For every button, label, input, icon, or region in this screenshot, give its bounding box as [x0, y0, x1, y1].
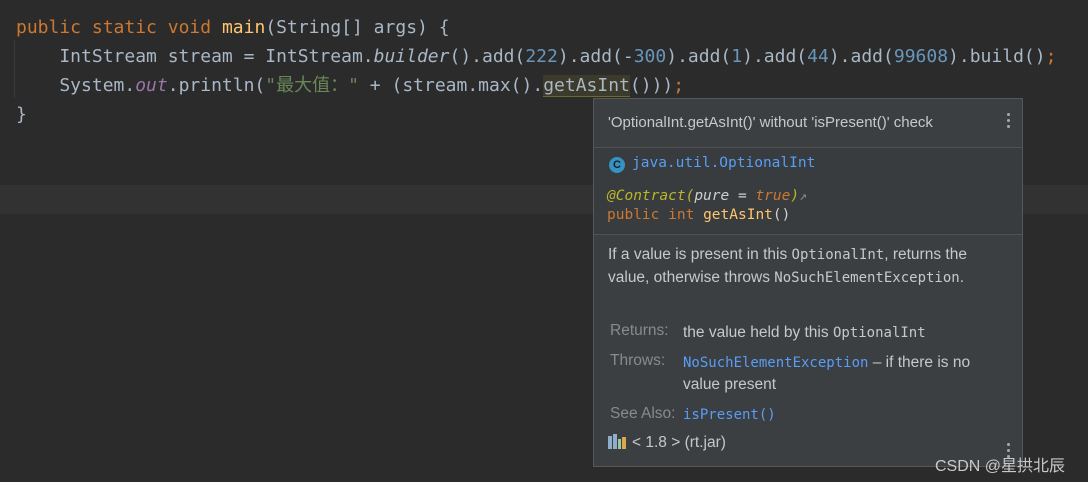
indent-guide — [14, 40, 15, 98]
vertical-ellipsis-icon[interactable] — [1004, 113, 1012, 133]
code-text: IntStream stream = IntStream. — [16, 46, 374, 67]
number-literal: 300 — [633, 46, 667, 67]
number-literal: 222 — [525, 46, 558, 67]
number-literal: 1 — [731, 46, 743, 67]
code-text: .println( — [167, 75, 266, 96]
class-link[interactable]: java.util.OptionalInt — [632, 155, 815, 171]
desc-code: NoSuchElementException — [774, 269, 960, 286]
code-text: + (stream.max(). — [358, 75, 544, 96]
description: If a value is present in this OptionalIn… — [608, 244, 1008, 289]
builder-call: builder — [373, 46, 450, 67]
keyword-void: void — [167, 17, 212, 38]
annotation-eq: = — [729, 188, 756, 204]
library-icon — [608, 434, 626, 449]
semicolon: ; — [1045, 46, 1057, 67]
warning-highlight-getasint[interactable]: getAsInt — [543, 75, 630, 97]
annotation-paren: ) — [790, 188, 800, 204]
inspection-popup[interactable]: 'OptionalInt.getAsInt()' without 'isPres… — [593, 98, 1023, 467]
returns-code: OptionalInt — [832, 325, 926, 341]
keyword-int: int — [668, 207, 695, 223]
annotation-name[interactable]: @Contract — [607, 188, 686, 204]
library-row: < 1.8 > (rt.jar) — [608, 434, 726, 454]
method-name: getAsInt — [703, 207, 773, 223]
class-c-icon: C — [609, 157, 625, 173]
see-also-label: See Also: — [610, 405, 676, 422]
code-line-4[interactable]: } — [16, 100, 27, 129]
code-text: System. — [16, 75, 136, 96]
watermark: CSDN @星拱北辰 — [935, 458, 1066, 475]
annotation-line: @Contract(pure = true)↗ — [607, 188, 807, 204]
see-also-value: isPresent() — [683, 404, 776, 426]
method-main: main — [221, 17, 266, 38]
number-literal: 99608 — [893, 46, 949, 67]
declaration-line: public int getAsInt() — [607, 207, 790, 223]
signature-section: C java.util.OptionalInt @Contract(pure =… — [594, 148, 1022, 235]
annotation-value: true — [755, 188, 791, 204]
code-text: ().add( — [449, 46, 526, 67]
code-text: ).add( — [666, 46, 732, 67]
code-text: ).add(- — [557, 46, 634, 67]
code-line-1[interactable]: public static void main(String[] args) { — [16, 13, 450, 42]
main-signature: (String[] args) { — [265, 17, 450, 38]
semicolon: ; — [673, 75, 685, 96]
code-text: ).add( — [742, 46, 808, 67]
desc-text: If a value is present in this — [608, 246, 792, 263]
string-literal: "最大值：" — [265, 75, 359, 96]
keyword-public: public — [16, 17, 82, 38]
keyword-static: static — [91, 17, 157, 38]
method-parens: () — [772, 207, 791, 223]
returns-text: the value held by this — [683, 324, 833, 341]
code-text: ())) — [629, 75, 674, 96]
inspection-title: 'OptionalInt.getAsInt()' without 'isPres… — [608, 114, 933, 131]
field-out: out — [135, 75, 168, 96]
code-line-2[interactable]: IntStream stream = IntStream.builder().a… — [16, 42, 1056, 71]
returns-label: Returns: — [610, 322, 669, 339]
throws-label: Throws: — [610, 352, 666, 369]
keyword-public: public — [607, 207, 660, 223]
code-text: ).add( — [828, 46, 894, 67]
external-link-arrow-icon[interactable]: ↗ — [799, 189, 807, 204]
annotation-paren: ( — [685, 188, 695, 204]
popup-header: 'OptionalInt.getAsInt()' without 'isPres… — [594, 99, 1022, 148]
code-line-3[interactable]: System.out.println("最大值：" + (stream.max(… — [16, 71, 684, 100]
throws-link[interactable]: NoSuchElementException — [683, 355, 868, 371]
desc-text: . — [959, 268, 965, 286]
returns-value: the value held by this OptionalInt — [683, 322, 926, 344]
see-also-link[interactable]: isPresent() — [683, 407, 776, 423]
desc-code: OptionalInt — [791, 247, 885, 263]
throws-value: NoSuchElementException – if there is no … — [683, 352, 1003, 396]
code-text: ).build() — [948, 46, 1046, 67]
number-literal: 44 — [807, 46, 829, 67]
annotation-param: pure — [694, 188, 730, 204]
library-label: < 1.8 > (rt.jar) — [632, 434, 726, 451]
